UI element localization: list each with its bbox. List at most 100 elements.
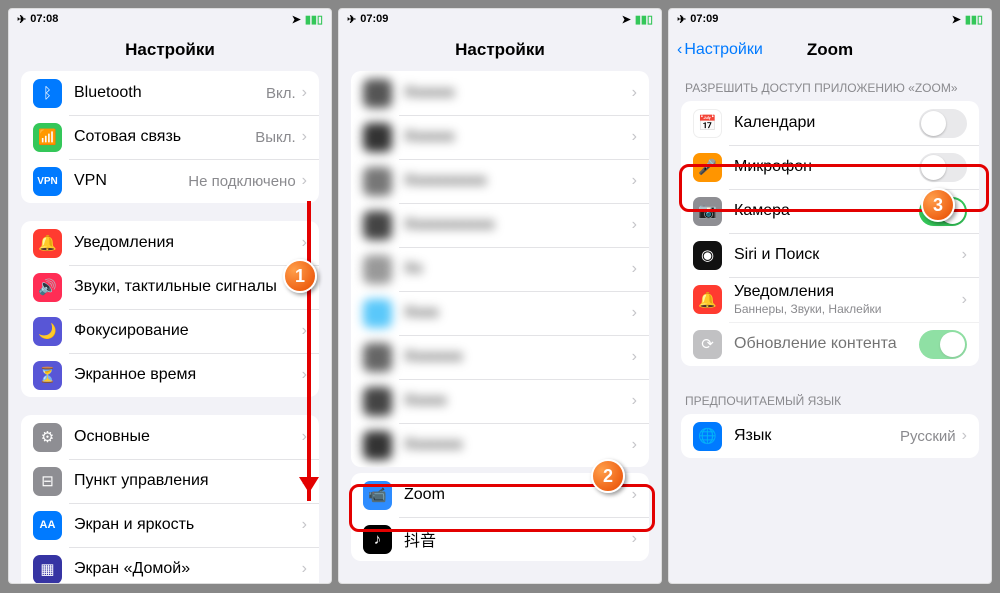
row-home-screen[interactable]: ▦ Экран «Домой» › (21, 547, 319, 584)
chevron-icon: › (302, 84, 307, 102)
row-control-center[interactable]: ⊟ Пункт управления › (21, 459, 319, 503)
nav-header: ‹ Настройки Zoom (669, 29, 991, 71)
clock: 07:08 (30, 13, 58, 25)
bell-icon: 🔔 (693, 285, 722, 314)
row-background-refresh[interactable]: ⟳ Обновление контента (681, 322, 979, 366)
chevron-icon: › (302, 560, 307, 578)
toggle-calendars[interactable] (919, 109, 967, 138)
battery-icon: ▮▮▯ (305, 13, 323, 26)
status-bar: ✈ 07:08 ➤ ▮▮▯ (9, 9, 331, 29)
row-douyin-app[interactable]: ♪ 抖音 › (351, 517, 649, 561)
chevron-left-icon: ‹ (677, 41, 682, 59)
row-sounds[interactable]: 🔊 Звуки, тактильные сигналы › (21, 265, 319, 309)
battery-icon: ▮▮▯ (635, 13, 653, 26)
location-icon: ➤ (622, 13, 631, 26)
row-display[interactable]: AA Экран и яркость › (21, 503, 319, 547)
screen-2-app-list: ✈ 07:09 ➤ ▮▮▯ Настройки Xxxxxx› Xxxxxx› … (338, 8, 662, 584)
row-screen-time[interactable]: ⏳ Экранное время › (21, 353, 319, 397)
badge-number: 1 (295, 266, 305, 287)
row-general[interactable]: ⚙ Основные › (21, 415, 319, 459)
gear-icon: ⚙ (33, 423, 62, 452)
battery-icon: ▮▮▯ (965, 13, 983, 26)
chevron-icon: › (632, 486, 637, 504)
row-calendars[interactable]: 📅 Календари (681, 101, 979, 145)
label: Siri и Поиск (734, 246, 956, 264)
label: Пункт управления (74, 472, 296, 490)
chevron-icon: › (302, 172, 307, 190)
airplane-icon: ✈ (17, 13, 26, 26)
chevron-icon: › (962, 427, 967, 445)
section-header-language: ПРЕДПОЧИТАЕМЫЙ ЯЗЫК (669, 384, 991, 414)
step-badge-1: 1 (283, 259, 317, 293)
badge-number: 3 (933, 195, 943, 216)
step-badge-3: 3 (921, 188, 955, 222)
antenna-icon: 📶 (33, 123, 62, 152)
label: Уведомления (734, 283, 956, 301)
chevron-icon: › (302, 516, 307, 534)
label: Bluetooth (74, 84, 266, 102)
toggle-background-refresh[interactable] (919, 330, 967, 359)
aa-icon: AA (33, 511, 62, 540)
row-siri[interactable]: ◉ Siri и Поиск › (681, 233, 979, 277)
screen-1-settings: ✈ 07:08 ➤ ▮▮▯ Настройки ᛒ Bluetooth Вкл.… (8, 8, 332, 584)
bluetooth-icon: ᛒ (33, 79, 62, 108)
back-button[interactable]: ‹ Настройки (677, 41, 763, 59)
row-microphone[interactable]: 🎤 Микрофон (681, 145, 979, 189)
badge-number: 2 (603, 466, 613, 487)
row-vpn[interactable]: VPN VPN Не подключено › (21, 159, 319, 203)
row-focus[interactable]: 🌙 Фокусирование › (21, 309, 319, 353)
label: Камера (734, 202, 919, 220)
camera-icon: 📷 (693, 197, 722, 226)
sublabel: Баннеры, Звуки, Наклейки (734, 302, 956, 316)
label: Уведомления (74, 234, 296, 252)
siri-icon: ◉ (693, 241, 722, 270)
globe-icon: 🌐 (693, 422, 722, 451)
label: Фокусирование (74, 322, 296, 340)
toggle-microphone[interactable] (919, 153, 967, 182)
status-bar: ✈ 07:09 ➤ ▮▮▯ (339, 9, 661, 29)
row-notifications[interactable]: 🔔 Уведомления Баннеры, Звуки, Наклейки › (681, 277, 979, 322)
label: 抖音 (404, 527, 626, 551)
settings-group-notifications: 🔔 Уведомления › 🔊 Звуки, тактильные сигн… (21, 221, 319, 397)
row-bluetooth[interactable]: ᛒ Bluetooth Вкл. › (21, 71, 319, 115)
label: Обновление контента (734, 335, 919, 353)
label: Сотовая связь (74, 128, 255, 146)
airplane-icon: ✈ (677, 13, 686, 26)
settings-group-general: ⚙ Основные › ⊟ Пункт управления › AA Экр… (21, 415, 319, 584)
section-header-permissions: РАЗРЕШИТЬ ДОСТУП ПРИЛОЖЕНИЮ «ZOOM» (669, 71, 991, 101)
refresh-icon: ⟳ (693, 330, 722, 359)
apps-list-blurred: Xxxxxx› Xxxxxx› Xxxxxxxxxx› Xxxxxxxxxxx›… (351, 71, 649, 467)
row-notifications[interactable]: 🔔 Уведомления › (21, 221, 319, 265)
label: Экран «Домой» (74, 560, 296, 578)
value: Вкл. (266, 85, 296, 102)
calendar-icon: 📅 (693, 109, 722, 138)
chevron-icon: › (962, 291, 967, 309)
label: Экранное время (74, 366, 296, 384)
label: Язык (734, 427, 900, 445)
chevron-icon: › (632, 530, 637, 548)
screen-3-zoom-permissions: ✈ 07:09 ➤ ▮▮▯ ‹ Настройки Zoom РАЗРЕШИТЬ… (668, 8, 992, 584)
page-title: Настройки (125, 40, 215, 60)
label: VPN (74, 172, 188, 190)
label: Календари (734, 114, 919, 132)
hourglass-icon: ⏳ (33, 361, 62, 390)
settings-group-connectivity: ᛒ Bluetooth Вкл. › 📶 Сотовая связь Выкл.… (21, 71, 319, 203)
switches-icon: ⊟ (33, 467, 62, 496)
clock: 07:09 (690, 13, 718, 25)
speaker-icon: 🔊 (33, 273, 62, 302)
tiktok-icon: ♪ (363, 525, 392, 554)
grid-icon: ▦ (33, 555, 62, 584)
label: Экран и яркость (74, 516, 296, 534)
label: Микрофон (734, 158, 919, 176)
chevron-icon: › (302, 128, 307, 146)
zoom-icon: 📹 (363, 481, 392, 510)
language-list: 🌐 Язык Русский › (681, 414, 979, 458)
location-icon: ➤ (952, 13, 961, 26)
label: Zoom (404, 486, 626, 504)
location-icon: ➤ (292, 13, 301, 26)
row-cellular[interactable]: 📶 Сотовая связь Выкл. › (21, 115, 319, 159)
step-badge-2: 2 (591, 459, 625, 493)
moon-icon: 🌙 (33, 317, 62, 346)
back-label: Настройки (684, 41, 762, 59)
row-language[interactable]: 🌐 Язык Русский › (681, 414, 979, 458)
